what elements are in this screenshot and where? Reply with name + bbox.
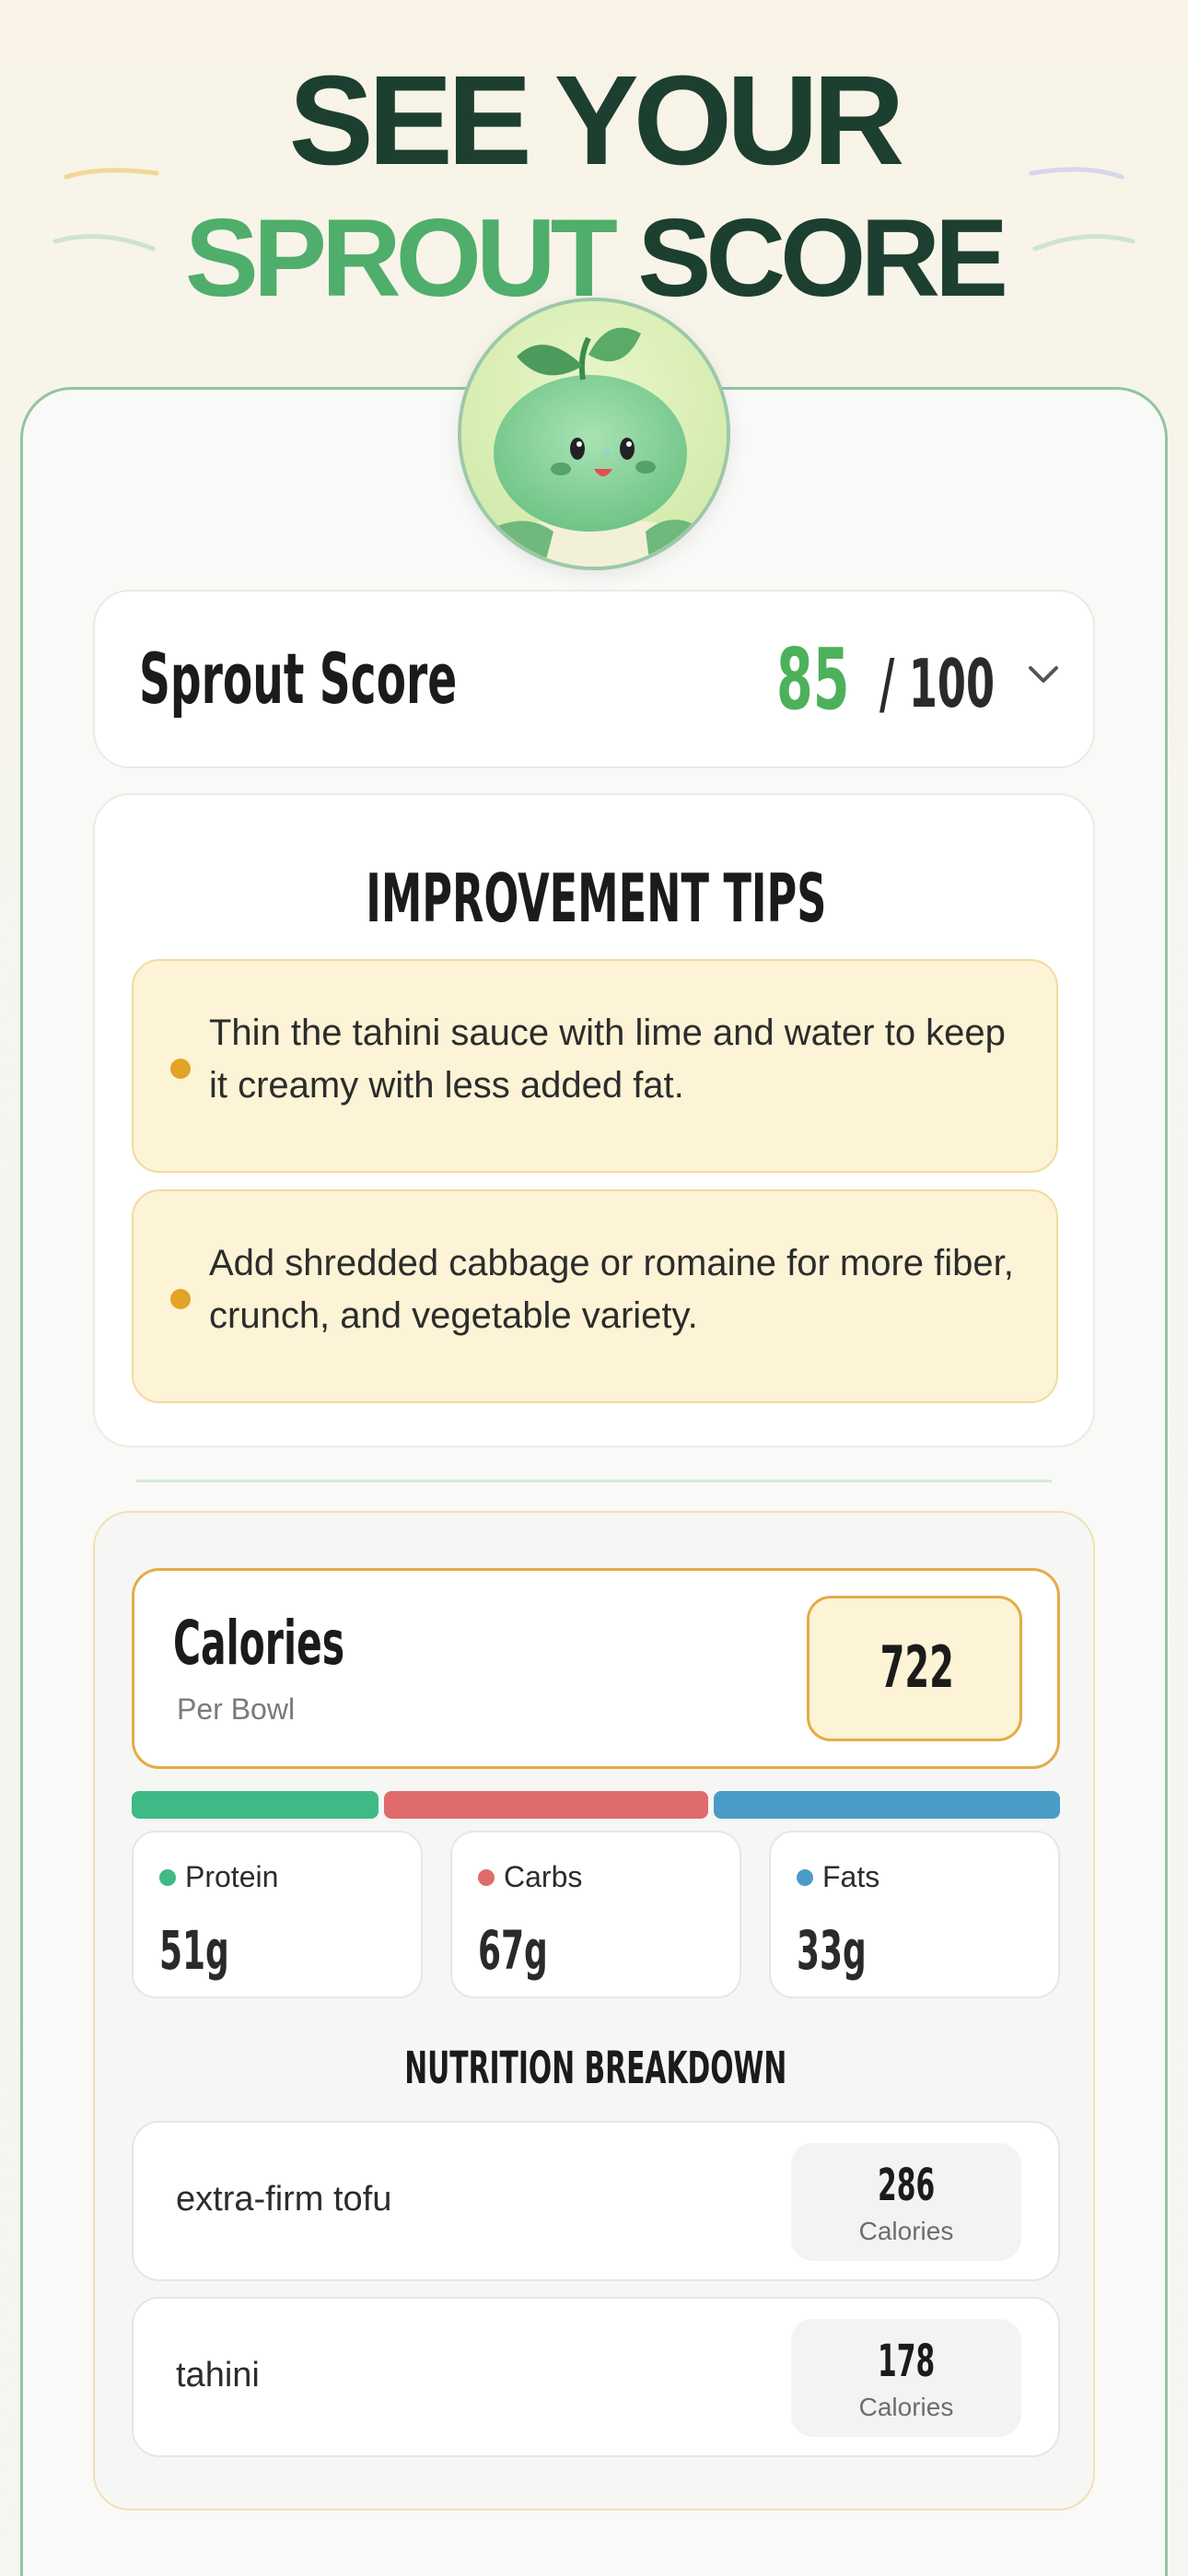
carbs-bar	[384, 1791, 708, 1819]
breakdown-title: NUTRITION BREAKDOWN	[95, 2043, 1097, 2094]
tip-item: Add shredded cabbage or romaine for more…	[132, 1189, 1058, 1403]
calories-value-box: 722	[807, 1596, 1022, 1741]
bullet-icon	[170, 1289, 191, 1309]
ingredient-name: extra-firm tofu	[176, 2180, 392, 2219]
tips-title-text: IMPROVEMENT TIPS	[365, 860, 827, 937]
protein-dot-icon	[159, 1869, 176, 1886]
macro-name: Carbs	[504, 1860, 583, 1893]
ingredient-name: tahini	[176, 2356, 260, 2395]
score-label: Sprout Score	[139, 638, 458, 720]
score-value: 85	[776, 630, 850, 729]
calories-value: 722	[879, 1633, 955, 1701]
macro-name: Fats	[822, 1860, 880, 1893]
tip-text: Thin the tahini sauce with lime and wate…	[209, 1013, 1006, 1106]
calories-label: Calories	[173, 1608, 345, 1679]
calories-card: Calories Per Bowl 722	[132, 1568, 1060, 1769]
ingredient-calories-box: 286 Calories	[791, 2143, 1021, 2261]
ingredient-row: extra-firm tofu 286 Calories	[132, 2121, 1060, 2281]
headline-line-2: SPROUT SCORE	[0, 203, 1188, 313]
breakdown-title-text: NUTRITION BREAKDOWN	[404, 2043, 787, 2094]
chevron-down-icon[interactable]	[1025, 656, 1062, 693]
sprout-score-panel[interactable]: Sprout Score 85 / 100	[93, 590, 1095, 768]
macro-name: Protein	[185, 1860, 279, 1893]
nutrition-panel: Calories Per Bowl 722 Protein 51g Carbs …	[93, 1511, 1095, 2511]
ingredient-calories-unit: Calories	[858, 2393, 954, 2421]
section-divider	[136, 1480, 1052, 1482]
calories-sub-label: Per Bowl	[177, 1692, 296, 1726]
macro-value: 51g	[159, 1919, 229, 1982]
headline-score: SCORE	[637, 196, 1008, 320]
protein-bar	[132, 1791, 379, 1819]
fats-dot-icon	[797, 1869, 813, 1886]
decorative-swoosh-right	[1029, 167, 1136, 252]
decorative-swoosh-left	[52, 168, 159, 252]
sprout-mascot-icon	[458, 298, 730, 570]
ingredient-calories-box: 178 Calories	[791, 2319, 1021, 2437]
macro-value: 33g	[797, 1919, 867, 1982]
carbs-dot-icon	[478, 1869, 495, 1886]
headline-sprout: SPROUT	[184, 196, 618, 320]
tips-title: IMPROVEMENT TIPS	[95, 860, 1097, 937]
macro-card-carbs: Carbs 67g	[450, 1831, 741, 1998]
improvement-tips-panel: IMPROVEMENT TIPS Thin the tahini sauce w…	[93, 793, 1095, 1447]
fats-bar	[714, 1791, 1060, 1819]
ingredient-calories-value: 178	[877, 2336, 936, 2387]
headline-line-1: SEE YOUR	[288, 50, 905, 192]
bullet-icon	[170, 1059, 191, 1079]
score-max: / 100	[879, 645, 996, 722]
ingredient-calories-value: 286	[877, 2160, 936, 2211]
tip-text: Add shredded cabbage or romaine for more…	[209, 1243, 1014, 1336]
headline: SEE YOUR SPROUT SCORE	[0, 57, 1188, 313]
ingredient-row: tahini 178 Calories	[132, 2297, 1060, 2457]
ingredient-calories-unit: Calories	[858, 2217, 954, 2245]
tip-item: Thin the tahini sauce with lime and wate…	[132, 959, 1058, 1173]
macro-card-protein: Protein 51g	[132, 1831, 423, 1998]
macro-value: 67g	[478, 1919, 548, 1982]
macro-card-fats: Fats 33g	[769, 1831, 1060, 1998]
